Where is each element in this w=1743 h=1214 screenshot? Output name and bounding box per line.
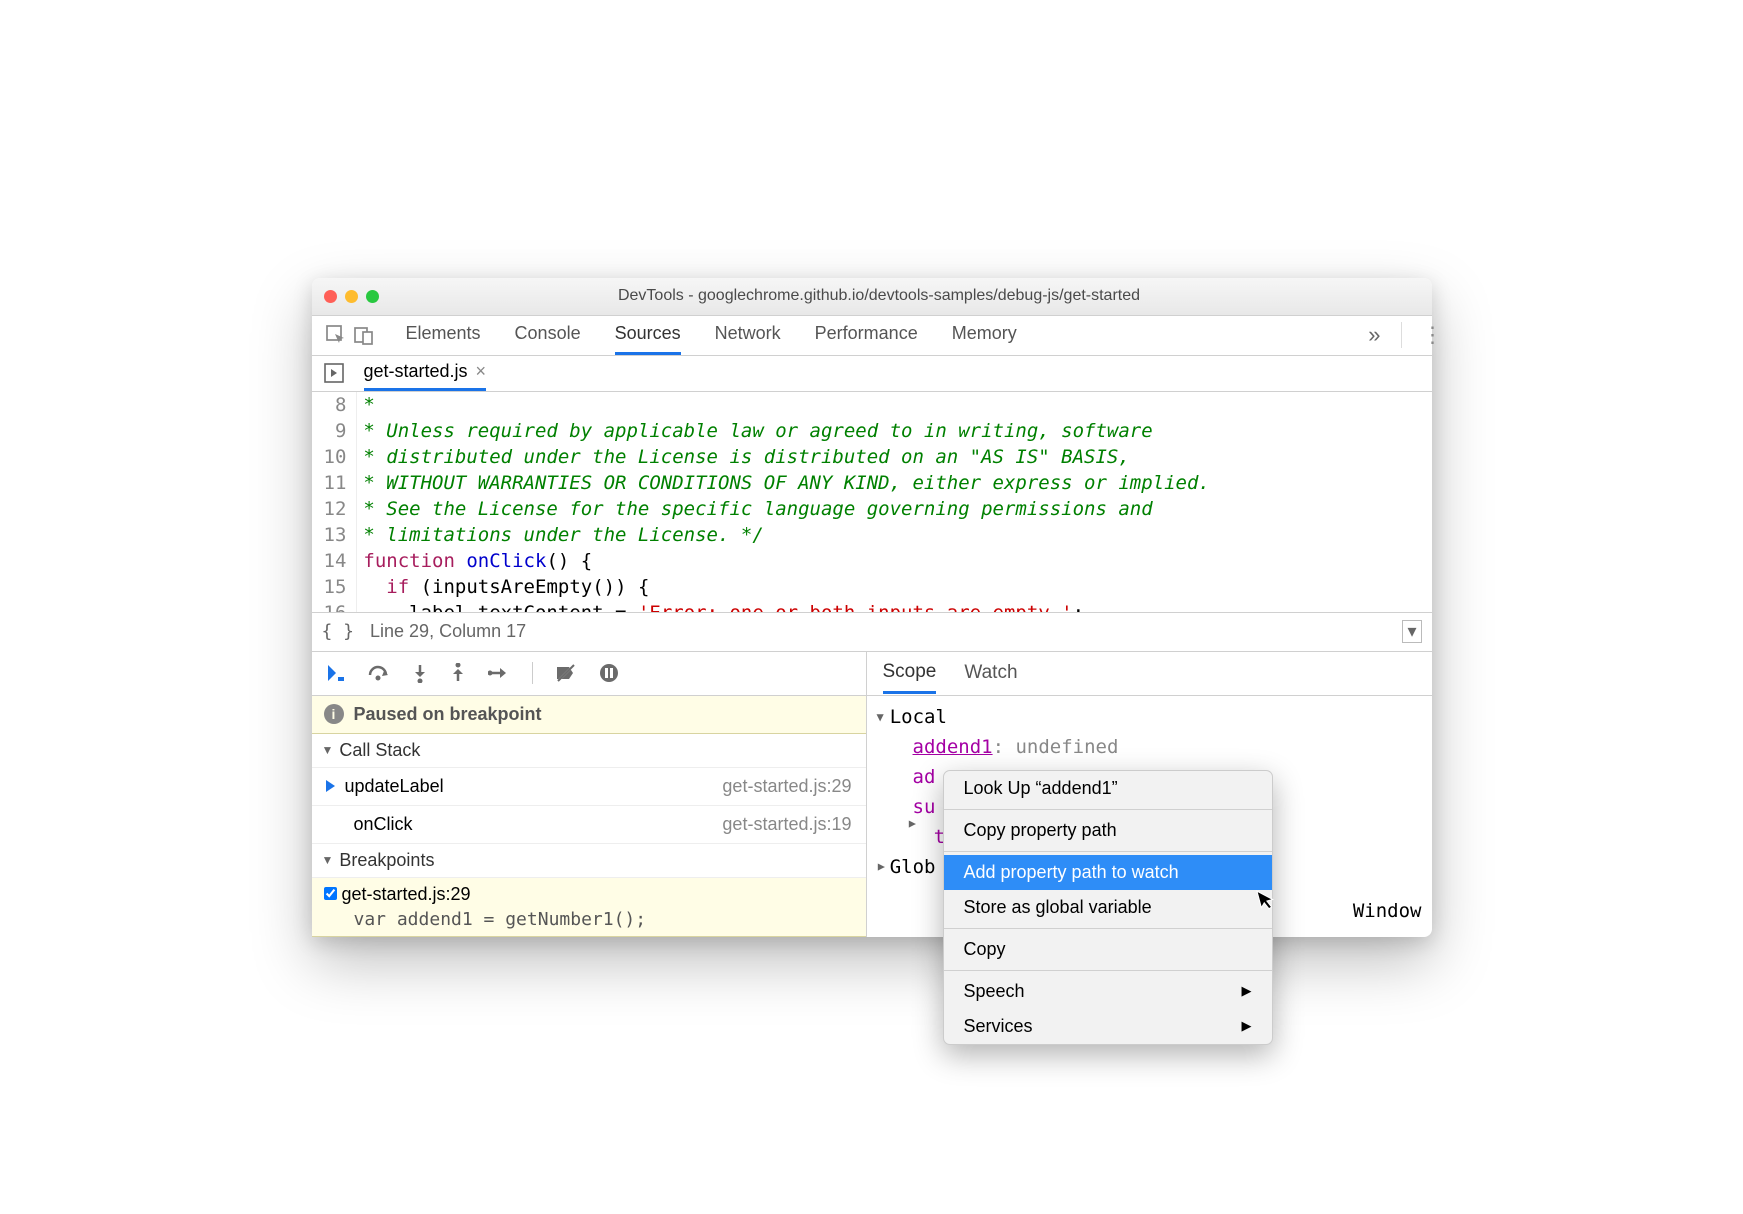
file-tab-active[interactable]: get-started.js × [364, 355, 487, 391]
step-into-icon[interactable] [412, 663, 428, 683]
menu-separator [944, 851, 1272, 852]
zoom-window-button[interactable] [366, 290, 379, 303]
code-line[interactable]: label.textContent = 'Error: one or both … [363, 600, 1209, 612]
line-number[interactable]: 9 [322, 418, 349, 444]
more-tabs-icon[interactable]: » [1368, 322, 1380, 348]
navigator-toggle-icon[interactable] [322, 363, 346, 383]
window-title: DevTools - googlechrome.github.io/devtoo… [379, 287, 1380, 305]
scope-local-header[interactable]: ▼ Local [877, 702, 1422, 732]
line-number[interactable]: 8 [322, 392, 349, 418]
editor-status-bar: { } Line 29, Column 17 ▾ [312, 612, 1432, 652]
code-line[interactable]: * [363, 392, 1209, 418]
line-number[interactable]: 11 [322, 470, 349, 496]
code-line[interactable]: if (inputsAreEmpty()) { [363, 574, 1209, 600]
context-menu-item[interactable]: Look Up “addend1” [944, 771, 1272, 806]
menu-separator [944, 970, 1272, 971]
step-icon[interactable] [488, 663, 510, 683]
context-menu-item[interactable]: Copy property path [944, 813, 1272, 848]
close-file-tab-icon[interactable]: × [476, 361, 487, 382]
call-stack-frame[interactable]: onClickget-started.js:19 [312, 806, 866, 844]
file-tabs-row: get-started.js × [312, 356, 1432, 392]
call-stack-header[interactable]: ▼ Call Stack [312, 734, 866, 768]
paused-text: Paused on breakpoint [354, 704, 542, 725]
line-gutter: 8910111213141516 [312, 392, 358, 612]
titlebar: DevTools - googlechrome.github.io/devtoo… [312, 278, 1432, 316]
cursor-position: Line 29, Column 17 [370, 621, 526, 642]
resume-button-icon[interactable] [326, 663, 346, 683]
inspect-element-icon[interactable] [322, 321, 350, 349]
step-over-icon[interactable] [368, 663, 390, 683]
main-tabs-row: Elements Console Sources Network Perform… [312, 316, 1432, 356]
context-menu-item[interactable]: Services▶ [944, 1009, 1272, 1044]
tab-watch[interactable]: Watch [964, 654, 1017, 692]
tab-scope[interactable]: Scope [883, 653, 937, 694]
context-menu-item[interactable]: Store as global variable [944, 890, 1272, 925]
line-number[interactable]: 15 [322, 574, 349, 600]
device-toolbar-icon[interactable] [350, 321, 378, 349]
menu-separator [944, 809, 1272, 810]
code-line[interactable]: * Unless required by applicable law or a… [363, 418, 1209, 444]
breakpoint-item[interactable]: get-started.js:29var addend1 = getNumber… [312, 878, 866, 937]
tab-sources[interactable]: Sources [615, 315, 681, 355]
code-line[interactable]: * distributed under the License is distr… [363, 444, 1209, 470]
tab-network[interactable]: Network [715, 315, 781, 355]
settings-menu-icon[interactable]: ⋮ [1401, 322, 1422, 348]
tab-performance[interactable]: Performance [815, 315, 918, 355]
line-number[interactable]: 14 [322, 548, 349, 574]
line-number[interactable]: 16 [322, 600, 349, 612]
debugger-panes: i Paused on breakpoint ▼ Call Stack upda… [312, 652, 1432, 937]
debugger-toolbar [312, 652, 866, 696]
code-line[interactable]: * WITHOUT WARRANTIES OR CONDITIONS OF AN… [363, 470, 1209, 496]
tab-console[interactable]: Console [515, 315, 581, 355]
code-line[interactable]: * See the License for the specific langu… [363, 496, 1209, 522]
collapse-icon: ▼ [877, 702, 884, 732]
call-stack-list: updateLabelget-started.js:29onClickget-s… [312, 768, 866, 844]
pause-on-exceptions-icon[interactable] [599, 663, 619, 683]
code-editor[interactable]: 8910111213141516 * * Unless required by … [312, 392, 1432, 612]
deactivate-breakpoints-icon[interactable] [555, 663, 577, 683]
debugger-right-pane: Scope Watch ▼ Local addend1: undefinedad… [867, 652, 1432, 937]
tab-memory[interactable]: Memory [952, 315, 1017, 355]
code-line[interactable]: function onClick() { [363, 548, 1209, 574]
close-window-button[interactable] [324, 290, 337, 303]
file-tab-label: get-started.js [364, 361, 468, 382]
step-out-icon[interactable] [450, 663, 466, 683]
panel-tabs: Elements Console Sources Network Perform… [406, 315, 1369, 355]
line-number[interactable]: 12 [322, 496, 349, 522]
collapse-icon: ▼ [322, 743, 334, 757]
breakpoints-list: get-started.js:29var addend1 = getNumber… [312, 878, 866, 937]
minimize-window-button[interactable] [345, 290, 358, 303]
expand-icon: ▼ [865, 863, 895, 870]
breakpoint-checkbox[interactable] [324, 887, 337, 900]
scope-watch-tabs: Scope Watch [867, 652, 1432, 696]
context-menu-item[interactable]: Copy [944, 932, 1272, 967]
scope-global-value: Window [1353, 900, 1422, 922]
context-menu-item[interactable]: Speech▶ [944, 974, 1272, 1009]
breakpoints-header[interactable]: ▼ Breakpoints [312, 844, 866, 878]
line-number[interactable]: 13 [322, 522, 349, 548]
devtools-window: DevTools - googlechrome.github.io/devtoo… [312, 278, 1432, 937]
collapse-icon: ▼ [322, 853, 334, 867]
info-icon: i [324, 704, 344, 724]
paused-banner: i Paused on breakpoint [312, 696, 866, 734]
tab-elements[interactable]: Elements [406, 315, 481, 355]
scope-variable[interactable]: addend1: undefined [877, 732, 1422, 762]
window-controls [324, 290, 379, 303]
context-menu-item[interactable]: Add property path to watch [944, 855, 1272, 890]
line-number[interactable]: 10 [322, 444, 349, 470]
toolbar-separator [532, 662, 533, 684]
code-line[interactable]: * limitations under the License. */ [363, 522, 1209, 548]
pretty-print-icon[interactable]: { } [322, 621, 355, 642]
code-content: * * Unless required by applicable law or… [357, 392, 1209, 612]
context-menu: Look Up “addend1” Copy property path Add p… [943, 770, 1273, 1045]
status-dropdown-icon[interactable]: ▾ [1402, 620, 1421, 643]
menu-separator [944, 928, 1272, 929]
call-stack-frame[interactable]: updateLabelget-started.js:29 [312, 768, 866, 806]
debugger-left-pane: i Paused on breakpoint ▼ Call Stack upda… [312, 652, 867, 937]
